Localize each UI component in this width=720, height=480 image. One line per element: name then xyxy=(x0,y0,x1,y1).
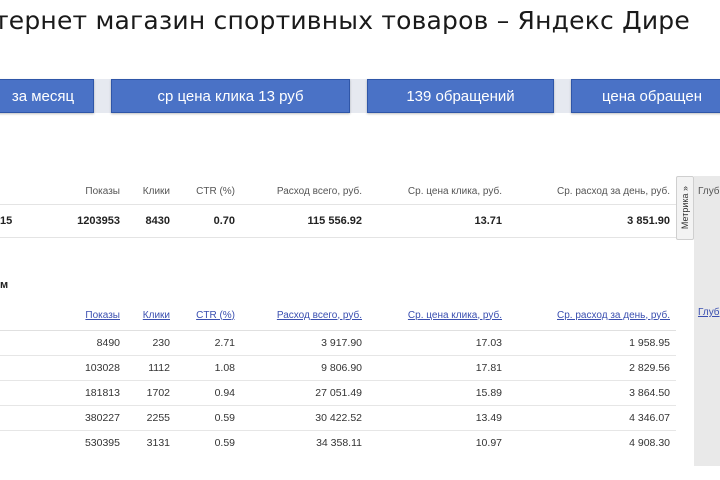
row-blank-cell xyxy=(0,330,20,356)
cell-avg-click-price: 17.03 xyxy=(368,330,508,356)
cell-clicks: 230 xyxy=(126,330,176,356)
metrika-tab-label: Метрика » xyxy=(680,186,690,230)
cell-clicks: 1112 xyxy=(126,355,176,381)
cell-impressions: 181813 xyxy=(20,380,126,406)
table-row: 8490 230 2.71 3 917.90 17.03 1 958.95 xyxy=(0,330,676,356)
cell-impressions: 8490 xyxy=(20,330,126,356)
cell-clicks: 2255 xyxy=(126,405,176,431)
cell-total-spend: 27 051.49 xyxy=(241,380,368,406)
cell-total-spend: 9 806.90 xyxy=(241,355,368,381)
table-row: 380227 2255 0.59 30 422.52 13.49 4 346.07 xyxy=(0,405,676,431)
banner-gap xyxy=(553,79,571,113)
summary-clicks: 8430 xyxy=(126,204,176,238)
cell-ctr: 1.08 xyxy=(176,355,241,381)
col-header-total-spend: Расход всего, руб. xyxy=(276,185,362,197)
cell-ctr: 0.94 xyxy=(176,380,241,406)
cell-avg-daily-spend: 4 346.07 xyxy=(508,405,676,431)
side-column-header: Глуб xyxy=(698,186,720,197)
cell-impressions: 380227 xyxy=(20,405,126,431)
table-row: 103028 1112 1.08 9 806.90 17.81 2 829.56 xyxy=(0,355,676,381)
cell-impressions: 103028 xyxy=(20,355,126,381)
row-blank-cell xyxy=(0,430,20,455)
row-blank-cell xyxy=(0,380,20,406)
summary-ctr: 0.70 xyxy=(176,204,241,238)
side-column-header-link[interactable]: Глуб xyxy=(698,307,720,318)
summary-total-row: 15 1203953 8430 0.70 115 556.92 13.71 3 … xyxy=(0,204,676,238)
banner-gap xyxy=(93,79,111,113)
cell-ctr: 2.71 xyxy=(176,330,241,356)
summary-avg-daily-spend: 3 851.90 xyxy=(508,204,676,238)
summary-header-row: Показы Клики CTR (%) Расход всего, руб. … xyxy=(0,178,676,205)
banner-period: за месяц xyxy=(0,79,94,113)
col-header-avg-click-price: Ср. цена клика, руб. xyxy=(407,185,502,197)
cell-avg-click-price: 13.49 xyxy=(368,405,508,431)
summary-header-blank xyxy=(0,178,20,205)
sort-header-ctr[interactable]: CTR (%) xyxy=(176,300,241,331)
banner-avg-click-price: ср цена клика 13 руб xyxy=(111,79,350,113)
cell-ctr: 0.59 xyxy=(176,405,241,431)
details-table: Показы Клики CTR (%) Расход всего, руб. … xyxy=(0,300,676,455)
summary-row-label: 15 xyxy=(0,204,20,238)
banner-gap xyxy=(349,79,367,113)
cell-total-spend: 3 917.90 xyxy=(241,330,368,356)
row-blank-cell xyxy=(0,355,20,381)
cell-avg-daily-spend: 2 829.56 xyxy=(508,355,676,381)
summary-table: Показы Клики CTR (%) Расход всего, руб. … xyxy=(0,178,676,238)
cell-avg-click-price: 15.89 xyxy=(368,380,508,406)
cell-ctr: 0.59 xyxy=(176,430,241,455)
page-title: тернет магазин спортивных товаров – Янде… xyxy=(0,6,690,35)
summary-impressions: 1203953 xyxy=(20,204,126,238)
cell-total-spend: 34 358.11 xyxy=(241,430,368,455)
cell-total-spend: 30 422.52 xyxy=(241,405,368,431)
cell-impressions: 530395 xyxy=(20,430,126,455)
side-column xyxy=(694,176,720,466)
summary-avg-click-price: 13.71 xyxy=(368,204,508,238)
cell-avg-click-price: 10.97 xyxy=(368,430,508,455)
metrics-banner-strip: за месяц ср цена клика 13 руб 139 обраще… xyxy=(0,79,720,113)
cell-avg-daily-spend: 3 864.50 xyxy=(508,380,676,406)
details-body: 8490 230 2.71 3 917.90 17.03 1 958.95 103028 11… xyxy=(0,330,676,455)
summary-total-spend: 115 556.92 xyxy=(241,204,368,238)
col-header-clicks: Клики xyxy=(142,185,170,197)
sort-header-total-spend[interactable]: Расход всего, руб. xyxy=(241,300,368,331)
sort-header-impressions[interactable]: Показы xyxy=(20,300,126,331)
cell-clicks: 3131 xyxy=(126,430,176,455)
banner-request-price: цена обращен xyxy=(571,79,720,113)
banner-requests-count: 139 обращений xyxy=(367,79,554,113)
section-label: м xyxy=(0,279,9,291)
table-row: 530395 3131 0.59 34 358.11 10.97 4 908.30 xyxy=(0,430,676,455)
row-blank-cell xyxy=(0,405,20,431)
cell-avg-daily-spend: 1 958.95 xyxy=(508,330,676,356)
sort-header-avg-click-price[interactable]: Ср. цена клика, руб. xyxy=(368,300,508,331)
cell-avg-daily-spend: 4 908.30 xyxy=(508,430,676,455)
table-row: 181813 1702 0.94 27 051.49 15.89 3 864.50 xyxy=(0,380,676,406)
sort-header-avg-daily-spend[interactable]: Ср. расход за день, руб. xyxy=(508,300,676,331)
metrika-tab[interactable]: Метрика » xyxy=(676,176,694,240)
cell-avg-click-price: 17.81 xyxy=(368,355,508,381)
col-header-ctr: CTR (%) xyxy=(196,185,235,197)
col-header-avg-daily-spend: Ср. расход за день, руб. xyxy=(557,185,670,197)
col-header-impressions: Показы xyxy=(85,185,120,197)
details-header-blank xyxy=(0,300,20,331)
cell-clicks: 1702 xyxy=(126,380,176,406)
sort-header-clicks[interactable]: Клики xyxy=(126,300,176,331)
details-header-row: Показы Клики CTR (%) Расход всего, руб. … xyxy=(0,300,676,331)
